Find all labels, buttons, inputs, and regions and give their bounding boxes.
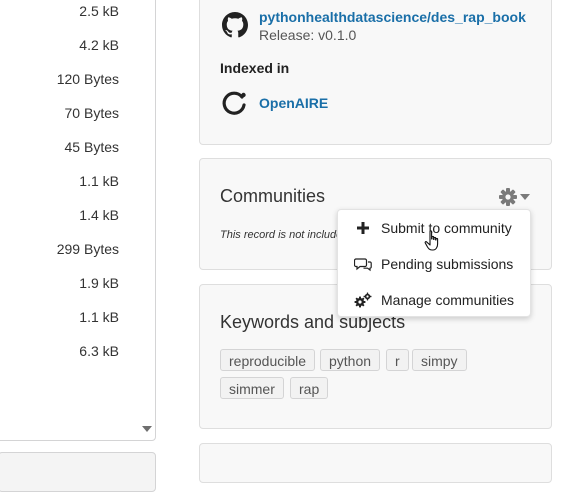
scroll-down-arrow-icon[interactable] — [142, 426, 152, 432]
keyword-tag[interactable]: rap — [290, 377, 329, 399]
keyword-tag[interactable]: simmer — [220, 377, 284, 399]
comments-icon — [354, 258, 372, 272]
menu-item-label: Pending submissions — [381, 256, 514, 272]
menu-item-label: Manage communities — [381, 292, 515, 308]
keyword-tag[interactable]: python — [320, 349, 381, 371]
file-size: 1.1 kB — [79, 173, 119, 189]
github-icon — [222, 12, 248, 38]
communities-dropdown-menu: Submit to community Pending submissions … — [337, 209, 531, 317]
pending-submissions-item[interactable]: Pending submissions — [338, 247, 530, 281]
keyword-tag[interactable]: reproducible — [220, 349, 316, 371]
keyword-tag[interactable]: r — [386, 349, 409, 371]
file-size: 299 Bytes — [56, 241, 119, 257]
file-size: 4.2 kB — [79, 37, 119, 53]
cogs-icon — [354, 292, 372, 308]
repository-link[interactable]: pythonhealthdatascience/des_rap_book — [259, 9, 526, 25]
file-panel-footer — [0, 452, 156, 492]
file-size: 120 Bytes — [56, 71, 119, 87]
openaire-icon — [222, 91, 246, 115]
file-size: 6.3 kB — [79, 343, 119, 359]
keyword-tag[interactable]: simpy — [412, 349, 467, 371]
gear-icon — [499, 188, 517, 206]
file-size: 1.4 kB — [79, 207, 119, 223]
file-size: 70 Bytes — [64, 105, 119, 121]
communities-title: Communities — [220, 186, 326, 206]
no-communities-text: This record is not included in any commu… — [220, 229, 340, 241]
manage-communities-item[interactable]: Manage communities — [338, 283, 530, 317]
file-size: 1.1 kB — [79, 309, 119, 325]
menu-item-label: Submit to community — [381, 220, 512, 236]
caret-down-icon — [520, 194, 530, 200]
file-size: 2.5 kB — [79, 3, 119, 19]
openaire-link[interactable]: OpenAIRE — [259, 95, 328, 111]
communities-settings-button[interactable] — [498, 187, 532, 207]
hand-cursor-icon — [424, 230, 439, 251]
next-card — [199, 443, 552, 483]
release-version: Release: v0.1.0 — [259, 27, 357, 43]
plus-icon — [357, 222, 369, 234]
file-size: 45 Bytes — [64, 139, 119, 155]
indexed-in-label: Indexed in — [220, 60, 290, 76]
file-size-panel: 2.5 kB 4.2 kB 120 Bytes 70 Bytes 45 Byte… — [0, 0, 156, 441]
file-size: 1.9 kB — [79, 275, 119, 291]
